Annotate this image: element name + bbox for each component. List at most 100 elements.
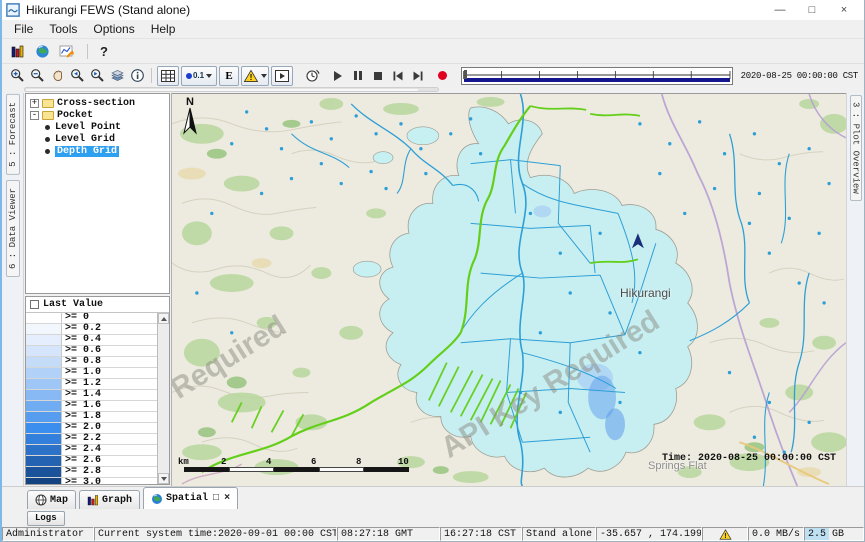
- tree-label-selected: Depth Grid: [55, 146, 119, 157]
- scale-tick: 4: [266, 457, 271, 467]
- tab-map[interactable]: Map: [27, 490, 76, 509]
- tab-label: Spatial: [166, 493, 208, 504]
- bottom-tab-bar: Map Graph Spatial □ ×: [2, 486, 864, 509]
- thresholds-button[interactable]: !: [241, 66, 269, 86]
- left-panel: + Cross-section - Pocket Level Point Lev…: [24, 93, 172, 486]
- title-bar: Hikurangi FEWS (Stand alone) — □ ×: [2, 0, 864, 20]
- collapse-icon[interactable]: -: [30, 111, 39, 120]
- chevron-down-icon: [206, 74, 212, 78]
- scale-tick: 6: [311, 457, 316, 467]
- left-tab-strip: 5 : Forecast 6 : Data Viewer: [2, 93, 24, 486]
- menu-help[interactable]: Help: [143, 21, 184, 37]
- tree-item-depth-grid[interactable]: Depth Grid: [26, 145, 169, 157]
- legend-color-swatch: [26, 423, 62, 434]
- main-area: 5 : Forecast 6 : Data Viewer + Cross-sec…: [2, 93, 864, 486]
- tree-item-cross-section[interactable]: + Cross-section: [26, 97, 169, 109]
- tab-label: Map: [50, 495, 68, 506]
- pan-hand-icon[interactable]: [48, 66, 66, 85]
- time-navigator-icon[interactable]: [303, 66, 321, 85]
- tree-label: Pocket: [57, 110, 93, 121]
- zoom-out-icon[interactable]: [28, 66, 46, 85]
- zoom-in-icon[interactable]: [8, 66, 26, 85]
- legend-color-swatch: [26, 335, 62, 346]
- folder-icon: [42, 99, 54, 108]
- last-frame-icon[interactable]: [409, 66, 427, 85]
- tab-plot-overview[interactable]: 3 : Plot Overview: [850, 95, 862, 201]
- tab-maximize-icon[interactable]: □: [213, 493, 219, 504]
- status-warning-cell[interactable]: !: [702, 527, 748, 541]
- bullet-icon: [45, 149, 50, 154]
- grid-display-button[interactable]: [157, 66, 179, 86]
- tree-label: Level Grid: [55, 134, 115, 145]
- scroll-down-icon[interactable]: [158, 473, 169, 484]
- tab-data-viewer[interactable]: 6 : Data Viewer: [6, 180, 20, 277]
- legend-color-swatch: [26, 445, 62, 456]
- legend-color-swatch: [26, 401, 62, 412]
- help-icon[interactable]: ?: [100, 44, 108, 59]
- menu-options[interactable]: Options: [85, 21, 142, 37]
- legend-scrollbar[interactable]: [157, 313, 169, 484]
- toolbar-separator: [151, 68, 152, 83]
- map-globe-icon[interactable]: [35, 44, 50, 59]
- warning-triangle-icon: !: [719, 529, 732, 540]
- tree-item-level-grid[interactable]: Level Grid: [26, 133, 169, 145]
- zoom-previous-icon[interactable]: [68, 66, 86, 85]
- north-arrow: N: [180, 97, 200, 140]
- expand-icon[interactable]: +: [30, 99, 39, 108]
- last-value-label: Last Value: [43, 299, 103, 310]
- map-view[interactable]: API Key Required API Key Required N Hiku…: [172, 93, 846, 486]
- folder-icon: [42, 111, 54, 120]
- labels-button[interactable]: E: [219, 66, 239, 86]
- timeseries-display-icon[interactable]: [59, 44, 75, 59]
- scale-unit: km: [178, 457, 189, 467]
- scale-tick: 10: [398, 457, 409, 467]
- blue-globe-icon: [151, 493, 163, 505]
- window-title: Hikurangi FEWS (Stand alone): [26, 3, 190, 17]
- animation-button[interactable]: [271, 66, 293, 86]
- record-icon[interactable]: [433, 66, 451, 85]
- database-explorer-icon[interactable]: [10, 44, 26, 59]
- status-system-time: Current system time:2020-09-01 00:00 CST: [94, 527, 337, 541]
- status-coordinates: -35.657 , 174.199: [596, 527, 702, 541]
- info-icon[interactable]: [128, 66, 146, 85]
- timeline-thumb[interactable]: [464, 70, 467, 79]
- menu-file[interactable]: File: [6, 21, 41, 37]
- last-value-checkbox[interactable]: [30, 300, 39, 309]
- timeline-ruler: [462, 68, 732, 86]
- tree-label: Level Point: [55, 122, 121, 133]
- tab-spatial[interactable]: Spatial □ ×: [143, 487, 238, 509]
- menu-tools[interactable]: Tools: [41, 21, 85, 37]
- zoom-next-icon[interactable]: [88, 66, 106, 85]
- logs-button[interactable]: Logs: [27, 511, 65, 526]
- timeline-slider[interactable]: [461, 67, 733, 85]
- legend-color-swatch: [26, 390, 62, 401]
- first-frame-icon[interactable]: [389, 66, 407, 85]
- bar-chart-icon: [87, 494, 99, 506]
- scale-bar: km 2 4 6 8 10: [178, 457, 423, 472]
- legend-color-swatch: [26, 379, 62, 390]
- tab-close-icon[interactable]: ×: [224, 493, 230, 504]
- tab-forecast[interactable]: 5 : Forecast: [6, 94, 20, 175]
- pause-icon[interactable]: [349, 66, 367, 85]
- legend-color-swatch: [26, 357, 62, 368]
- class-breaks-label: 0.1: [193, 71, 204, 80]
- layers-icon[interactable]: [108, 66, 126, 85]
- maximize-button[interactable]: □: [796, 0, 828, 20]
- map-canvas[interactable]: API Key Required API Key Required: [172, 94, 846, 486]
- scroll-up-icon[interactable]: [158, 313, 169, 324]
- legend-color-swatch: [26, 456, 62, 467]
- close-button[interactable]: ×: [828, 0, 860, 20]
- tree-item-pocket[interactable]: - Pocket: [26, 109, 169, 121]
- legend-row[interactable]: >= 3.0: [26, 478, 157, 484]
- tree-item-level-point[interactable]: Level Point: [26, 121, 169, 133]
- legend-color-swatch: [26, 346, 62, 357]
- scale-tick: 8: [356, 457, 361, 467]
- play-icon[interactable]: [329, 66, 347, 85]
- toolbar-separator: [87, 44, 88, 59]
- class-breaks-button[interactable]: 0.1: [181, 66, 217, 86]
- status-user: Administrator: [2, 527, 94, 541]
- tab-graph[interactable]: Graph: [79, 490, 140, 509]
- stop-icon[interactable]: [369, 66, 387, 85]
- minimize-button[interactable]: —: [764, 0, 796, 20]
- logs-row: Logs: [2, 509, 864, 527]
